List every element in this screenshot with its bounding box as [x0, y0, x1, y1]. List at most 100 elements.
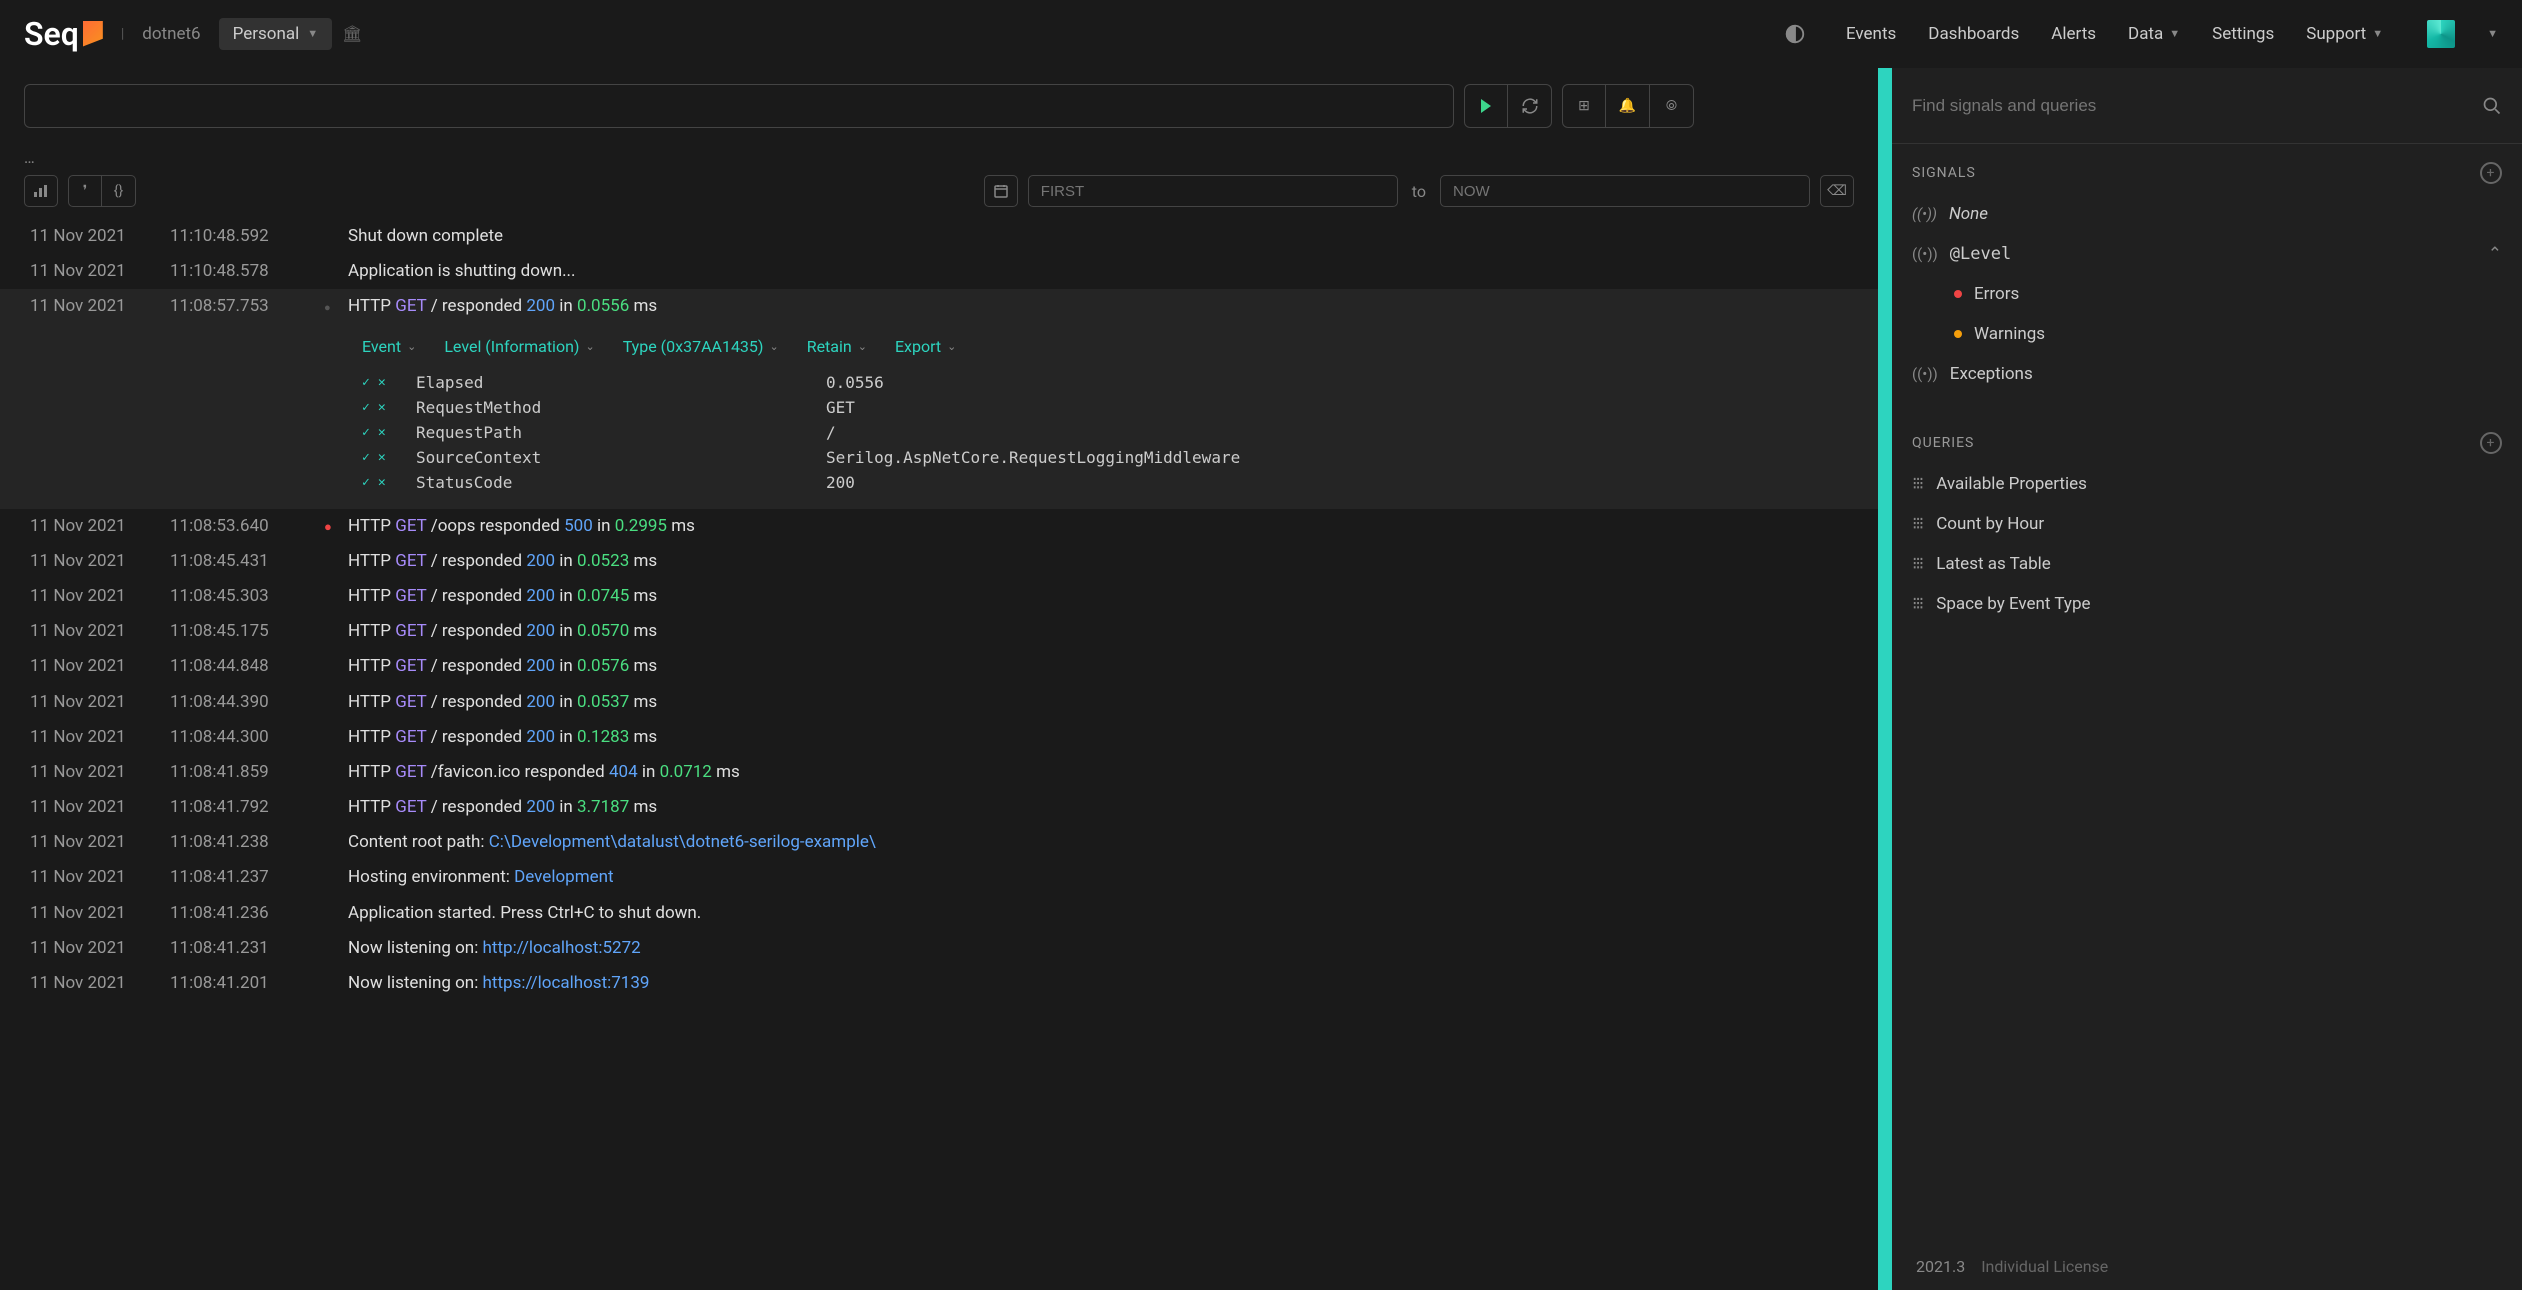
- query-input[interactable]: [24, 84, 1454, 128]
- braces-button[interactable]: {}: [102, 175, 136, 207]
- property-row[interactable]: ✓✕ Elapsed 0.0556: [30, 370, 1854, 395]
- warning-bullet-icon: [1954, 330, 1962, 338]
- event-row[interactable]: 11 Nov 2021 11:08:44.390 HTTP GET / resp…: [0, 685, 1878, 720]
- event-time: 11:08:41.792: [170, 794, 324, 821]
- nav-events[interactable]: Events: [1846, 24, 1896, 44]
- property-row[interactable]: ✓✕ StatusCode 200: [30, 470, 1854, 495]
- event-row[interactable]: 11 Nov 2021 11:08:44.848 HTTP GET / resp…: [0, 649, 1878, 684]
- add-signal-icon[interactable]: +: [2480, 162, 2502, 184]
- nav-dashboards[interactable]: Dashboards: [1928, 24, 2019, 44]
- exp-export-dropdown[interactable]: Export ⌄: [895, 337, 956, 356]
- exclude-icon[interactable]: ✕: [378, 425, 386, 440]
- exclude-icon[interactable]: ✕: [378, 450, 386, 465]
- exp-level-dropdown[interactable]: Level (Information) ⌄: [444, 337, 594, 356]
- range-to-input[interactable]: [1440, 175, 1810, 207]
- event-row[interactable]: 11 Nov 2021 11:08:44.300 HTTP GET / resp…: [0, 720, 1878, 755]
- event-time: 11:10:48.592: [170, 223, 324, 250]
- quote-button[interactable]: ❜: [68, 175, 102, 207]
- sidebar-search-input[interactable]: [1912, 96, 2482, 116]
- signal-errors[interactable]: Errors: [1892, 274, 2522, 314]
- chart-toggle-button[interactable]: [24, 175, 58, 207]
- range-to-label: to: [1412, 182, 1426, 201]
- exclude-icon[interactable]: ✕: [378, 375, 386, 390]
- event-time: 11:08:41.231: [170, 935, 324, 962]
- signal-exceptions[interactable]: ((•)) Exceptions: [1892, 354, 2522, 394]
- chevron-down-icon: ⌄: [947, 340, 956, 353]
- query-label: Count by Hour: [1936, 514, 2044, 534]
- logo[interactable]: Seq: [24, 15, 103, 53]
- nav-alerts[interactable]: Alerts: [2051, 24, 2096, 44]
- query-toolbar: ⊞ 🔔 ⦾: [0, 68, 1878, 144]
- chevron-down-icon[interactable]: ▼: [2487, 27, 2498, 40]
- exclude-icon[interactable]: ✕: [378, 475, 386, 490]
- side-accent-bar: [1878, 68, 1892, 1290]
- workspace-label: Personal: [233, 24, 300, 44]
- add-query-icon[interactable]: +: [2480, 432, 2502, 454]
- event-row[interactable]: 11 Nov 2021 11:08:41.238 Content root pa…: [0, 825, 1878, 860]
- query-item[interactable]: ⁝⁝⁝Available Properties: [1892, 464, 2522, 504]
- include-icon[interactable]: ✓: [362, 375, 370, 390]
- event-date: 11 Nov 2021: [30, 864, 170, 891]
- event-row[interactable]: 11 Nov 2021 11:10:48.592 Shut down compl…: [0, 219, 1878, 254]
- exp-retain-dropdown[interactable]: Retain ⌄: [807, 337, 867, 356]
- exp-event-dropdown[interactable]: Event ⌄: [362, 337, 416, 356]
- event-date: 11 Nov 2021: [30, 653, 170, 680]
- signal-warnings[interactable]: Warnings: [1892, 314, 2522, 354]
- nav-data[interactable]: Data▼: [2128, 24, 2180, 44]
- clear-range-button[interactable]: ⌫: [1820, 175, 1854, 207]
- event-row[interactable]: 11 Nov 2021 11:08:45.175 HTTP GET / resp…: [0, 614, 1878, 649]
- nav-support[interactable]: Support▼: [2306, 24, 2383, 44]
- sidebar: SIGNALS + ((•)) None ((•)) @Level ⌃ Erro…: [1892, 68, 2522, 1290]
- include-icon[interactable]: ✓: [362, 450, 370, 465]
- chevron-up-icon: ⌃: [2488, 244, 2502, 264]
- event-row[interactable]: 11 Nov 2021 11:08:53.640 HTTP GET /oops …: [0, 509, 1878, 544]
- query-expand-ellipsis[interactable]: …: [0, 144, 1878, 175]
- search-icon[interactable]: [2482, 96, 2502, 116]
- sidebar-search: [1892, 68, 2522, 144]
- add-dashboard-button[interactable]: ⊞: [1562, 84, 1606, 128]
- event-row[interactable]: 11 Nov 2021 11:08:41.859 HTTP GET /favic…: [0, 755, 1878, 790]
- top-navigation-bar: Seq | dotnet6 Personal ▼ 🏛 Events Dashbo…: [0, 0, 2522, 68]
- nav-settings[interactable]: Settings: [2212, 24, 2274, 44]
- signal-none[interactable]: ((•)) None: [1892, 194, 2522, 234]
- add-alert-button[interactable]: 🔔: [1606, 84, 1650, 128]
- run-button[interactable]: [1464, 84, 1508, 128]
- avatar[interactable]: [2427, 20, 2455, 48]
- calendar-button[interactable]: [984, 175, 1018, 207]
- event-message: Now listening on: http://localhost:5272: [348, 935, 641, 962]
- workspace-dropdown[interactable]: Personal ▼: [219, 18, 333, 50]
- nav-links: Events Dashboards Alerts Data▼ Settings …: [1784, 20, 2498, 48]
- event-row[interactable]: 11 Nov 2021 11:08:41.236 Application sta…: [0, 896, 1878, 931]
- query-item[interactable]: ⁝⁝⁝Count by Hour: [1892, 504, 2522, 544]
- event-row[interactable]: 11 Nov 2021 11:08:45.303 HTTP GET / resp…: [0, 579, 1878, 614]
- theme-toggle-icon[interactable]: [1784, 23, 1806, 45]
- bookmark-icon[interactable]: 🏛: [342, 24, 362, 43]
- include-icon[interactable]: ✓: [362, 400, 370, 415]
- grid-plus-icon: ⊞: [1578, 98, 1590, 114]
- exclude-icon[interactable]: ✕: [378, 400, 386, 415]
- event-row[interactable]: 11 Nov 2021 11:08:41.231 Now listening o…: [0, 931, 1878, 966]
- add-signal-button[interactable]: ⦾: [1650, 84, 1694, 128]
- event-row[interactable]: 11 Nov 2021 11:08:57.753 HTTP GET / resp…: [0, 289, 1878, 324]
- event-row[interactable]: 11 Nov 2021 11:08:41.201 Now listening o…: [0, 966, 1878, 1001]
- property-row[interactable]: ✓✕ RequestPath /: [30, 420, 1854, 445]
- event-row[interactable]: 11 Nov 2021 11:08:41.237 Hosting environ…: [0, 860, 1878, 895]
- property-row[interactable]: ✓✕ SourceContext Serilog.AspNetCore.Requ…: [30, 445, 1854, 470]
- event-time: 11:08:44.848: [170, 653, 324, 680]
- include-icon[interactable]: ✓: [362, 425, 370, 440]
- event-row[interactable]: 11 Nov 2021 11:08:41.792 HTTP GET / resp…: [0, 790, 1878, 825]
- event-row[interactable]: 11 Nov 2021 11:10:48.578 Application is …: [0, 254, 1878, 289]
- property-value: /: [826, 423, 836, 442]
- event-row[interactable]: 11 Nov 2021 11:08:45.431 HTTP GET / resp…: [0, 544, 1878, 579]
- exp-type-dropdown[interactable]: Type (0x37AA1435) ⌄: [623, 337, 779, 356]
- refresh-button[interactable]: [1508, 84, 1552, 128]
- property-row[interactable]: ✓✕ RequestMethod GET: [30, 395, 1854, 420]
- range-from-input[interactable]: [1028, 175, 1398, 207]
- chevron-down-icon: ⌄: [769, 340, 778, 353]
- signal-level[interactable]: ((•)) @Level ⌃: [1892, 234, 2522, 274]
- breadcrumb[interactable]: dotnet6: [142, 24, 200, 44]
- query-item[interactable]: ⁝⁝⁝Latest as Table: [1892, 544, 2522, 584]
- include-icon[interactable]: ✓: [362, 475, 370, 490]
- query-item[interactable]: ⁝⁝⁝Space by Event Type: [1892, 584, 2522, 624]
- property-key: StatusCode: [416, 473, 826, 492]
